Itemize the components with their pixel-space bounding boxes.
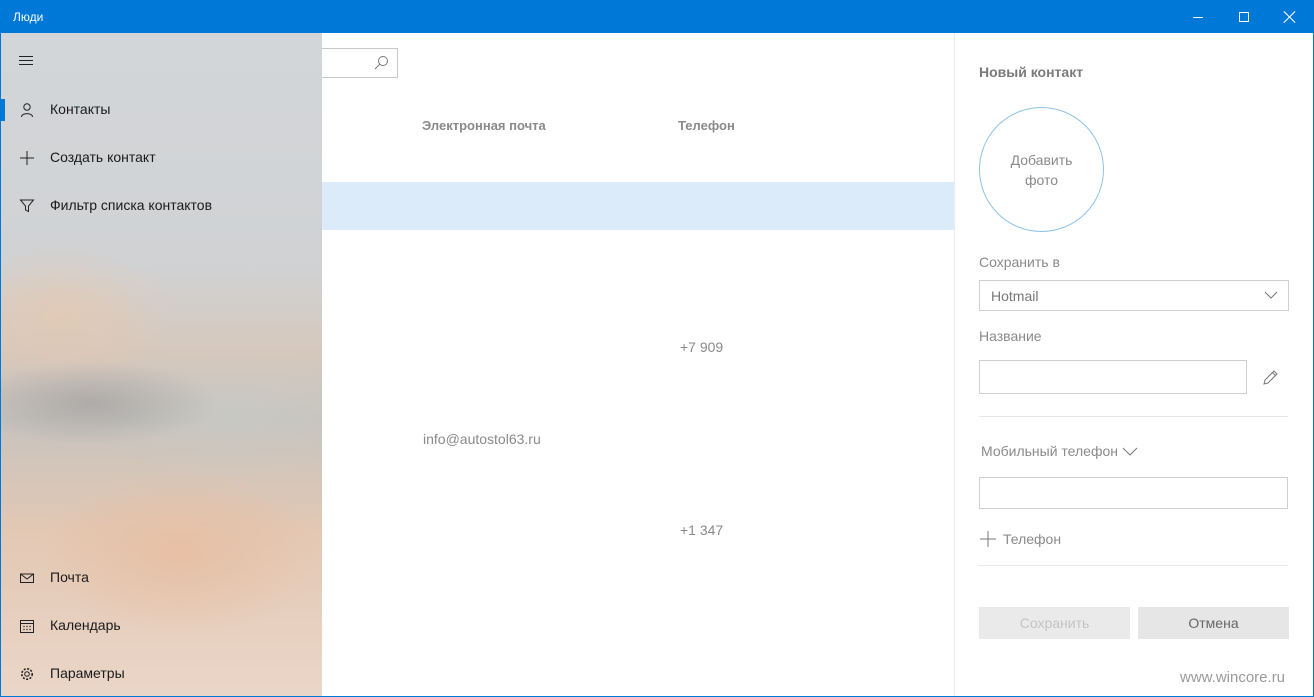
minimize-button[interactable] <box>1175 1 1221 33</box>
minimize-icon <box>1193 16 1203 18</box>
save-in-select[interactable]: Hotmail <box>979 280 1289 311</box>
phone-type-label: Мобильный телефон <box>981 443 1118 459</box>
save-button[interactable]: Сохранить <box>979 607 1130 639</box>
mail-icon <box>20 573 34 583</box>
email-cell[interactable]: info@autostol63.ru <box>423 431 541 447</box>
app-window: Люди Электронная почта Телефон +7 909 in… <box>0 0 1314 697</box>
person-icon <box>21 103 33 118</box>
nav-item-create-contact[interactable]: Создать контакт <box>1 134 322 182</box>
title-bar: Люди <box>1 1 1313 33</box>
chevron-down-icon <box>1264 291 1278 299</box>
add-phone-label: Телефон <box>1003 531 1062 547</box>
mobile-phone-field[interactable] <box>979 477 1288 509</box>
add-photo-button[interactable]: Добавить фото <box>979 107 1104 232</box>
panel-title: Новый контакт <box>979 64 1084 80</box>
plus-icon <box>20 151 34 165</box>
filter-icon <box>19 199 35 213</box>
phone-cell[interactable]: +1 347 <box>680 522 723 538</box>
nav-item-calendar[interactable]: Календарь <box>1 602 322 650</box>
close-icon <box>1284 11 1296 23</box>
nav-item-filter-contacts[interactable]: Фильтр списка контактов <box>1 182 322 230</box>
phone-type-dropdown[interactable]: Мобильный телефон <box>981 443 1138 459</box>
nav-label: Создать контакт <box>50 149 156 165</box>
navigation-pane: Контакты Создать контакт Фильтр списка к… <box>1 33 322 696</box>
nav-item-mail[interactable]: Почта <box>1 554 322 602</box>
new-contact-panel: Новый контакт Добавить фото Сохранить в … <box>954 33 1313 696</box>
cancel-button[interactable]: Отмена <box>1138 607 1289 639</box>
nav-label: Параметры <box>50 665 125 681</box>
pencil-icon[interactable] <box>1261 369 1279 387</box>
column-header-phone[interactable]: Телефон <box>678 118 735 133</box>
nav-label: Контакты <box>50 101 111 117</box>
maximize-icon <box>1239 12 1249 22</box>
column-header-email[interactable]: Электронная почта <box>422 118 546 133</box>
nav-label: Календарь <box>50 617 121 633</box>
nav-label: Фильтр списка контактов <box>50 197 213 213</box>
plus-icon <box>980 531 996 547</box>
hamburger-menu-icon[interactable] <box>19 56 33 66</box>
close-button[interactable] <box>1267 1 1313 33</box>
calendar-icon <box>20 620 34 633</box>
watermark-text: www.wincore.ru <box>1180 669 1286 686</box>
save-in-label: Сохранить в <box>979 254 1060 270</box>
window-title: Люди <box>13 10 44 24</box>
add-photo-label: Добавить фото <box>1010 151 1073 188</box>
phone-cell[interactable]: +7 909 <box>680 339 723 355</box>
nav-label: Почта <box>50 569 89 585</box>
nav-item-contacts[interactable]: Контакты <box>1 86 322 134</box>
name-label: Название <box>979 328 1042 344</box>
name-field[interactable] <box>979 360 1247 394</box>
save-in-value: Hotmail <box>991 288 1039 304</box>
search-icon[interactable] <box>373 55 389 71</box>
divider <box>979 565 1288 566</box>
divider <box>979 416 1288 417</box>
gear-icon <box>21 668 33 680</box>
nav-item-settings[interactable]: Параметры <box>1 650 322 696</box>
add-phone-button[interactable]: Телефон <box>979 530 1061 548</box>
chevron-down-icon <box>1122 447 1138 456</box>
maximize-button[interactable] <box>1221 1 1267 33</box>
